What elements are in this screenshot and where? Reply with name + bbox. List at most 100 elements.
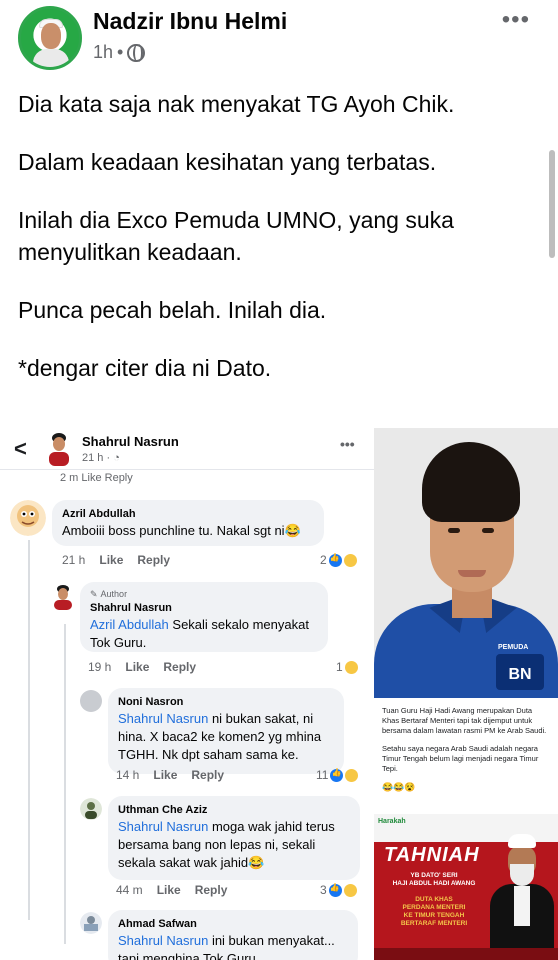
comment-text: Shahrul Nasrun moga wak jahid terus bers…: [118, 818, 350, 872]
like-reaction-icon: [330, 768, 344, 782]
poster-line: PERDANA MENTERI: [402, 904, 466, 911]
like-reaction-icon: [328, 883, 342, 897]
caption-emoji: 😂😂😵: [382, 782, 416, 792]
photo-eye: [448, 528, 460, 533]
comment-actions: 14 h Like Reply: [116, 768, 224, 782]
cleric-beard: [510, 864, 534, 886]
more-options-button[interactable]: •••: [502, 6, 530, 34]
photo-hair: [422, 442, 520, 522]
comment-actions: 21 h Like Reply: [62, 553, 170, 567]
haha-reaction-icon: [344, 660, 358, 674]
haha-reaction-icon: [343, 553, 357, 567]
comment-text: Amboiii boss punchline tu. Nakal sgt ni😂: [62, 523, 301, 538]
mention-tag: Shahrul Nasrun: [118, 711, 209, 726]
post-paragraph: Dia kata saja nak menyakat TG Ayoh Chik.: [18, 91, 455, 117]
author-name[interactable]: Nadzir Ibnu Helmi: [93, 8, 287, 35]
poster-time: 21 h · ◔: [82, 452, 120, 464]
commenter-avatar: [80, 912, 102, 934]
thread-line: [64, 624, 66, 944]
mention-tag: Shahrul Nasrun: [118, 819, 209, 834]
comment-author: Noni Nasron: [118, 696, 184, 708]
caption-paragraph: Setahu saya negara Arab Saudi adalah neg…: [382, 744, 539, 773]
bn-badge: BN: [496, 654, 544, 690]
comment-reactions: 2: [320, 553, 357, 567]
poster-name: Shahrul Nasrun: [82, 434, 179, 449]
poster-time-text: 21 h ·: [82, 452, 114, 464]
comment-author: Ahmad Safwan: [118, 918, 197, 930]
like-reaction-icon: [328, 553, 342, 567]
back-arrow-icon: <: [14, 436, 27, 461]
cleric-shirt: [514, 886, 530, 926]
author-badge: ✎ Author: [90, 588, 318, 600]
poster-avatar: [49, 433, 69, 466]
author-avatar[interactable]: [18, 6, 82, 70]
reply-link: Reply: [163, 660, 197, 674]
avatar-robe: [33, 49, 69, 67]
poster-cleric: [486, 834, 556, 960]
commenter-avatar: [80, 690, 102, 712]
post-paragraph: *dengar citer dia ni Dato.: [18, 355, 272, 381]
cleric-cap: [508, 834, 536, 848]
comment-text: Azril Abdullah Sekali sekalo menyakat To…: [90, 616, 318, 652]
author-badge-label: Author: [100, 589, 128, 599]
cut-meta-row: 2 m Like Reply: [60, 472, 133, 484]
reaction-count: 2: [320, 553, 327, 567]
like-link: Like: [156, 883, 181, 897]
post-body: Dia kata saja nak menyakat TG Ayoh Chik.…: [18, 88, 538, 410]
comment-author: Shahrul Nasrun: [90, 602, 172, 614]
avatar-face: [41, 23, 61, 49]
post-paragraph: Dalam keadaan kesihatan yang terbatas.: [18, 149, 437, 175]
reply-link: Reply: [194, 883, 228, 897]
photo-mouth: [458, 570, 486, 577]
poster-line: YB DATO' SERI: [410, 872, 458, 879]
comment-screenshot[interactable]: < Shahrul Nasrun 21 h · ◔ ••• 2 m Like R…: [0, 428, 374, 960]
portrait-photo[interactable]: BN PEMUDA: [374, 428, 558, 698]
reaction-count: 1: [336, 660, 343, 674]
pemuda-label: PEMUDA: [498, 644, 529, 651]
comment-time: 21 h: [62, 553, 86, 567]
comment-bubble: Noni Nasron Shahrul Nasrun ni bukan saka…: [108, 688, 344, 774]
screenshot-topbar: < Shahrul Nasrun 21 h · ◔ •••: [0, 428, 374, 470]
poster-line: BERTARAF MENTERI: [400, 920, 468, 927]
poster-logo: Harakah: [378, 818, 406, 825]
poster-title: TAHNIAH: [384, 844, 480, 866]
tahniah-poster[interactable]: Harakah TAHNIAH YB DATO' SERI HAJI ABDUL…: [374, 814, 558, 960]
reaction-count: 3: [320, 883, 327, 897]
comment-actions: 44 m Like Reply: [116, 883, 227, 897]
comment-bubble: ✎ Author Shahrul Nasrun Azril Abdullah Se…: [80, 582, 328, 652]
commenter-avatar: [10, 500, 46, 536]
poster-line: HAJI ABDUL HADI AWANG: [392, 880, 476, 887]
comment-text: Shahrul Nasrun ini bukan menyakat... tap…: [118, 932, 348, 960]
haha-reaction-icon: [343, 883, 357, 897]
commenter-avatar: [80, 798, 102, 820]
comment-text: Shahrul Nasrun ni bukan sakat, ni hina. …: [118, 710, 334, 764]
poster-line: KE TIMUR TENGAH: [403, 912, 465, 919]
post-meta: 1h •: [93, 42, 146, 63]
globe-icon: ◔: [113, 452, 120, 464]
like-link: Like: [99, 553, 124, 567]
post-header: Nadzir Ibnu Helmi 1h • •••: [0, 0, 558, 78]
comment-reactions: 11: [316, 768, 359, 782]
comment-bubble: Ahmad Safwan Shahrul Nasrun ini bukan me…: [108, 910, 358, 960]
comment-actions: 19 h Like Reply: [88, 660, 196, 674]
comment-bubble: Uthman Che Aziz Shahrul Nasrun moga wak …: [108, 796, 360, 880]
mention-tag: Shahrul Nasrun: [118, 933, 209, 948]
reply-link: Reply: [137, 553, 171, 567]
comment-author: Uthman Che Aziz: [118, 804, 208, 816]
mention-tag: Azril Abdullah: [90, 617, 169, 632]
caption-paragraph: Tuan Guru Haji Hadi Awang merupakan Duta…: [382, 706, 547, 735]
comment-reactions: 1: [336, 660, 358, 674]
commenter-avatar: [54, 585, 72, 610]
poster-line: DUTA KHAS: [415, 896, 453, 903]
screenshot-more-icon: •••: [340, 436, 355, 452]
like-link: Like: [125, 660, 150, 674]
post-paragraph: Inilah dia Exco Pemuda UMNO, yang suka m…: [18, 207, 454, 265]
comment-reactions: 3: [320, 883, 357, 897]
globe-icon[interactable]: [127, 43, 146, 62]
haha-reaction-icon: [345, 768, 359, 782]
post-time[interactable]: 1h: [93, 42, 113, 63]
reply-link: Reply: [191, 768, 225, 782]
photo-eye: [482, 528, 494, 533]
comment-time: 19 h: [88, 660, 112, 674]
scrollbar[interactable]: [549, 150, 555, 258]
